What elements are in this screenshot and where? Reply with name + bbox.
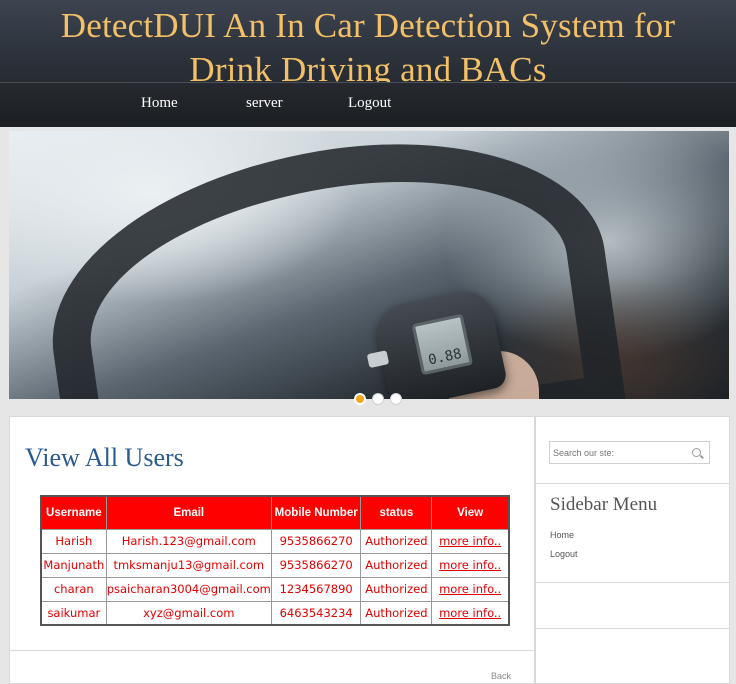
cell-username: charan — [40, 576, 107, 602]
sidebar-item-home[interactable]: Home — [550, 530, 574, 540]
cell-status: Authorized — [360, 600, 433, 626]
content-divider — [10, 650, 534, 651]
slider-dot-3[interactable] — [390, 393, 402, 405]
search-box — [549, 441, 710, 464]
cell-view: more info.. — [431, 528, 510, 554]
table-row: Harish Harish.123@gmail.com 9535866270 A… — [40, 528, 510, 554]
cell-view: more info.. — [431, 600, 510, 626]
cell-view: more info.. — [431, 552, 510, 578]
cell-status: Authorized — [360, 528, 433, 554]
slider-pagination — [354, 393, 402, 405]
slider-dot-2[interactable] — [372, 393, 384, 405]
page-title: View All Users — [25, 443, 184, 472]
nav-home-link[interactable]: Home — [141, 95, 178, 112]
users-table: Username Email Mobile Number status View… — [40, 495, 510, 626]
cell-username: Manjunath — [40, 552, 107, 578]
site-title-line1: DetectDUI An In Car Detection System for — [60, 6, 676, 45]
back-link[interactable]: Back — [491, 671, 511, 681]
cell-mobile: 1234567890 — [270, 576, 362, 602]
cell-email: xyz@gmail.com — [105, 600, 272, 626]
table-header-row: Username Email Mobile Number status View — [40, 495, 510, 530]
col-header-status: status — [360, 495, 433, 530]
cell-mobile: 6463543234 — [270, 600, 362, 626]
col-header-mobile: Mobile Number — [270, 495, 362, 530]
breathalyzer-nozzle — [366, 350, 390, 369]
table-row: Manjunath tmksmanju13@gmail.com 95358662… — [40, 552, 510, 578]
table-row: saikumar xyz@gmail.com 6463543234 Author… — [40, 600, 510, 626]
more-info-link[interactable]: more info.. — [439, 582, 501, 596]
nav-logout-link[interactable]: Logout — [348, 95, 391, 112]
site-header: DetectDUI An In Car Detection System for… — [0, 0, 736, 89]
col-header-username: Username — [40, 495, 107, 530]
sidebar-divider — [536, 628, 729, 629]
sidebar-heading: Sidebar Menu — [550, 494, 658, 515]
cell-email: psaicharan3004@gmail.com — [105, 576, 272, 602]
cell-status: Authorized — [360, 552, 433, 578]
cell-username: saikumar — [40, 600, 107, 626]
cell-username: Harish — [40, 528, 107, 554]
cell-mobile: 9535866270 — [270, 528, 362, 554]
cell-email: tmksmanju13@gmail.com — [105, 552, 272, 578]
main-content: View All Users Username Email Mobile Num… — [9, 416, 535, 684]
more-info-link[interactable]: more info.. — [439, 534, 501, 548]
car-window-frame — [30, 131, 628, 399]
sidebar-divider — [536, 483, 729, 484]
cell-view: more info.. — [431, 576, 510, 602]
col-header-email: Email — [105, 495, 272, 530]
slider-dot-1[interactable] — [354, 393, 366, 405]
hero-slider-image: 0.88 — [9, 131, 729, 399]
site-title: DetectDUI An In Car Detection System for… — [0, 0, 736, 92]
more-info-link[interactable]: more info.. — [439, 606, 501, 620]
col-header-view: View — [431, 495, 510, 530]
breathalyzer-screen: 0.88 — [411, 313, 474, 376]
cell-status: Authorized — [360, 576, 433, 602]
sidebar: Sidebar Menu Home Logout — [535, 416, 730, 684]
search-input[interactable] — [553, 445, 683, 461]
cell-email: Harish.123@gmail.com — [105, 528, 272, 554]
nav-server-link[interactable]: server — [246, 95, 283, 112]
more-info-link[interactable]: more info.. — [439, 558, 501, 572]
search-icon[interactable] — [692, 448, 701, 457]
sidebar-divider — [536, 582, 729, 583]
table-row: charan psaicharan3004@gmail.com 12345678… — [40, 576, 510, 602]
cell-mobile: 9535866270 — [270, 552, 362, 578]
sidebar-item-logout[interactable]: Logout — [550, 549, 578, 559]
main-nav: Home server Logout — [0, 82, 736, 127]
